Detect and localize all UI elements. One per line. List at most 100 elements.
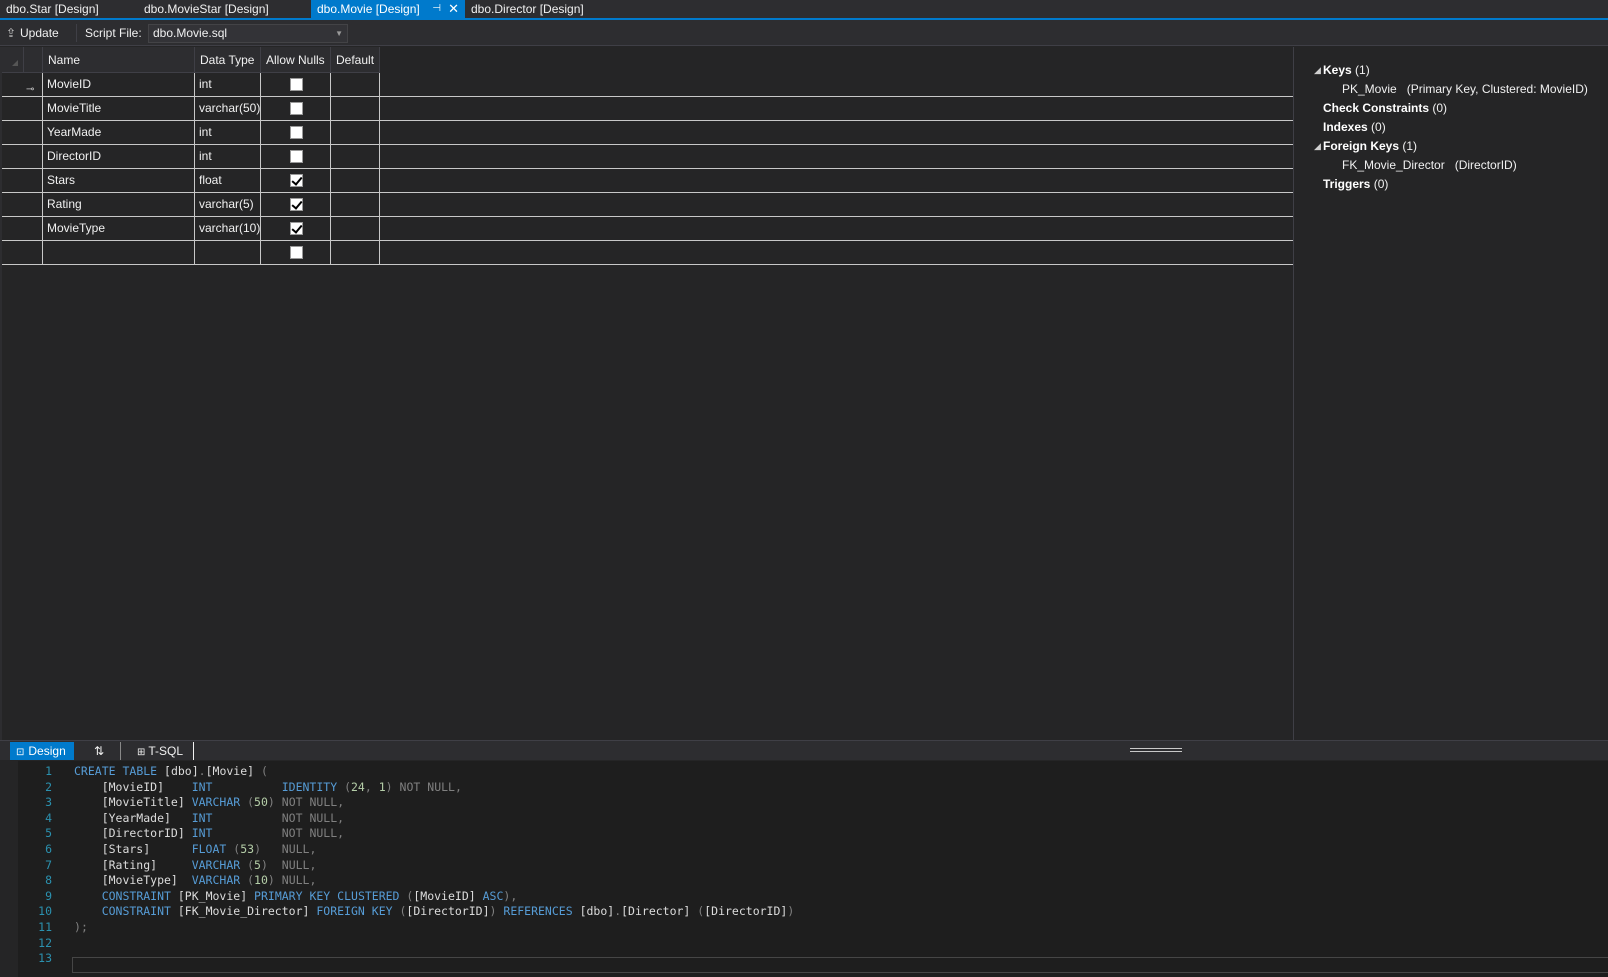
column-header-name[interactable]: Name [43,47,195,73]
column-header-default[interactable]: Default [331,47,380,73]
cell-data-type[interactable] [195,241,261,264]
cell-allow-nulls [261,169,331,192]
cell-data-type[interactable]: varchar(10) [195,217,261,240]
toolbar-separator [76,24,77,42]
line-number: 1 [20,763,52,779]
document-tab-strip: dbo.Star [Design] dbo.MovieStar [Design]… [0,0,1608,20]
cell-data-type[interactable]: int [195,73,261,96]
row-selector[interactable]: ⊸ [2,73,43,96]
cell-data-type[interactable]: int [195,121,261,144]
tab-label: dbo.Director [Design] [471,2,584,16]
cell-name[interactable] [43,241,195,264]
check-constraints-label: Check Constraints [1323,101,1429,115]
pin-icon[interactable]: ⊣ [432,0,441,18]
cell-default[interactable] [331,97,380,120]
table-row[interactable]: MovieTypevarchar(10) [2,217,1295,241]
cell-data-type[interactable]: float [195,169,261,192]
cell-name[interactable]: DirectorID [43,145,195,168]
close-icon[interactable]: ✕ [448,0,459,18]
table-row[interactable]: DirectorIDint [2,145,1295,169]
tab-label: dbo.MovieStar [Design] [144,2,269,16]
cell-default[interactable] [331,73,380,96]
cell-default[interactable] [331,145,380,168]
row-selector[interactable] [2,193,43,216]
cell-name[interactable]: MovieType [43,217,195,240]
table-row[interactable]: Ratingvarchar(5) [2,193,1295,217]
swap-panes-icon[interactable]: ⇅ [94,742,104,760]
allow-nulls-checkbox[interactable] [290,102,303,115]
column-grid: Name Data Type Allow Nulls Default ⊸Movi… [0,47,1293,740]
cell-allow-nulls [261,121,331,144]
table-row[interactable]: YearMadeint [2,121,1295,145]
allow-nulls-checkbox[interactable] [290,174,303,187]
table-row[interactable]: MovieTitlevarchar(50) [2,97,1295,121]
code-text: CONSTRAINT [FK_Movie_Director] FOREIGN K… [74,903,794,919]
tab-tsql-pane[interactable]: ⊞T-SQL [120,742,194,760]
row-selector[interactable] [2,121,43,144]
cell-name[interactable]: Stars [43,169,195,192]
cell-data-type[interactable]: varchar(50) [195,97,261,120]
cell-default[interactable] [331,193,380,216]
table-row[interactable]: Starsfloat [2,169,1295,193]
tsql-editor[interactable]: 1CREATE TABLE [dbo].[Movie] (2 [MovieID]… [0,761,1608,977]
indexes-label: Indexes [1323,120,1368,134]
cell-default[interactable] [331,217,380,240]
allow-nulls-checkbox[interactable] [290,246,303,259]
check-constraints-count: (0) [1432,101,1447,115]
allow-nulls-checkbox[interactable] [290,78,303,91]
tab-moviestar-design[interactable]: dbo.MovieStar [Design] [138,0,308,18]
tab-design-pane[interactable]: ⊡Design [10,742,74,760]
table-row[interactable] [2,241,1295,265]
designer-toolbar: ⇪Update Script File: dbo.Movie.sql ▼ [0,20,1608,46]
cell-name[interactable]: YearMade [43,121,195,144]
update-button[interactable]: ⇪Update [6,24,59,42]
code-text: [Stars] FLOAT (53) NULL, [74,841,316,857]
cell-name[interactable]: Rating [43,193,195,216]
column-header-allow-nulls[interactable]: Allow Nulls [261,47,331,73]
fk-detail: (DirectorID) [1455,158,1517,172]
cell-name[interactable]: MovieTitle [43,97,195,120]
row-selector[interactable] [2,145,43,168]
chevron-down-icon: ▼ [335,25,343,42]
cell-allow-nulls [261,193,331,216]
horizontal-splitter-grip[interactable] [1130,748,1182,752]
cell-default[interactable] [331,121,380,144]
pane-switcher-bar: ⊡Design ⇅ ⊞T-SQL [0,740,1608,760]
allow-nulls-checkbox[interactable] [290,198,303,211]
indexes-count: (0) [1371,120,1386,134]
cell-name[interactable]: MovieID [43,73,195,96]
foreign-keys-label: Foreign Keys [1323,139,1399,153]
expand-triangle-icon[interactable]: ◢ [1314,61,1321,80]
row-selector[interactable] [2,217,43,240]
line-number: 4 [20,810,52,826]
primary-key-icon: ⊸ [26,78,34,96]
cell-default[interactable] [331,169,380,192]
cell-data-type[interactable]: varchar(5) [195,193,261,216]
tab-label: dbo.Star [Design] [6,2,99,16]
code-text: CONSTRAINT [PK_Movie] PRIMARY KEY CLUSTE… [74,888,517,904]
tab-movie-design[interactable]: dbo.Movie [Design] ⊣ ✕ [311,0,465,18]
tab-director-design[interactable]: dbo.Director [Design] [465,0,625,18]
line-number: 6 [20,841,52,857]
code-text: CREATE TABLE [dbo].[Movie] ( [74,763,268,779]
script-file-dropdown[interactable]: dbo.Movie.sql ▼ [148,24,348,43]
allow-nulls-checkbox[interactable] [290,222,303,235]
design-icon: ⊡ [16,747,24,758]
table-row[interactable]: ⊸ MovieIDint [2,73,1295,97]
update-label: Update [20,26,59,40]
cell-default[interactable] [331,241,380,264]
allow-nulls-checkbox[interactable] [290,126,303,139]
row-selector[interactable] [2,241,43,264]
pk-name: PK_Movie [1342,82,1397,96]
table-properties-pane: ◢ Keys (1) PK_Movie (Primary Key, Cluste… [1293,47,1608,740]
cell-data-type[interactable]: int [195,145,261,168]
grid-corner[interactable] [2,47,24,73]
expand-triangle-icon[interactable]: ◢ [1314,137,1321,156]
line-number: 11 [20,919,52,935]
allow-nulls-checkbox[interactable] [290,150,303,163]
tab-star-design[interactable]: dbo.Star [Design] [0,0,138,18]
keys-label: Keys [1323,63,1352,77]
column-header-data-type[interactable]: Data Type [195,47,261,73]
row-selector[interactable] [2,97,43,120]
row-selector[interactable] [2,169,43,192]
